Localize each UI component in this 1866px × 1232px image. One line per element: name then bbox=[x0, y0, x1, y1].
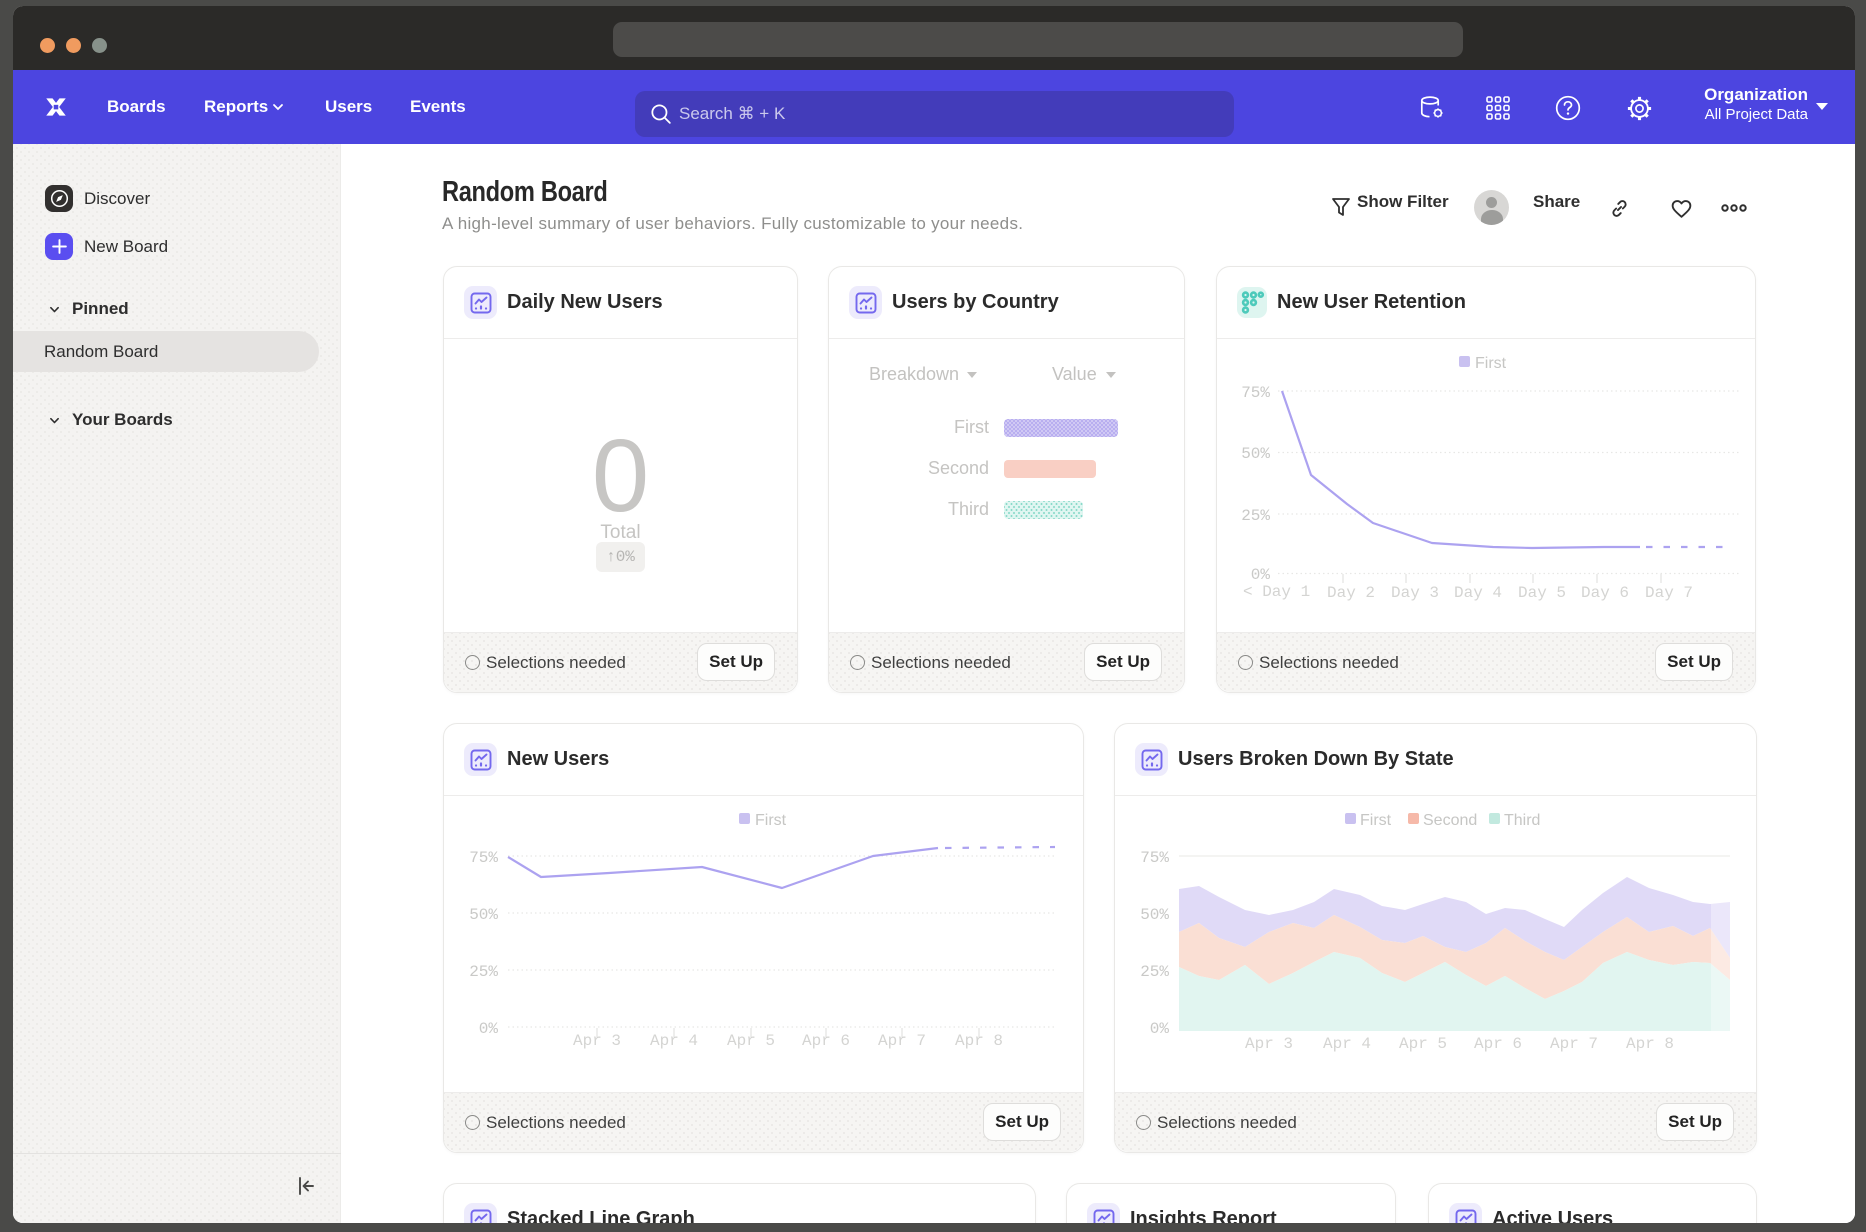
svg-text:75%: 75% bbox=[469, 849, 498, 867]
svg-text:Apr 6: Apr 6 bbox=[802, 1032, 850, 1050]
svg-text:First: First bbox=[1360, 812, 1392, 829]
svg-text:25%: 25% bbox=[1241, 507, 1270, 525]
svg-text:0%: 0% bbox=[1150, 1020, 1170, 1038]
svg-text:0%: 0% bbox=[1251, 566, 1271, 584]
svg-text:25%: 25% bbox=[1140, 963, 1169, 981]
svg-text:Apr 7: Apr 7 bbox=[878, 1032, 926, 1050]
svg-text:< Day 1: < Day 1 bbox=[1243, 583, 1310, 601]
svg-text:Apr 4: Apr 4 bbox=[1323, 1035, 1371, 1053]
svg-text:Apr 8: Apr 8 bbox=[955, 1032, 1003, 1050]
svg-text:Day 5: Day 5 bbox=[1518, 584, 1566, 602]
svg-text:Second: Second bbox=[1423, 812, 1477, 829]
svg-text:Apr 4: Apr 4 bbox=[650, 1032, 698, 1050]
svg-text:Day 3: Day 3 bbox=[1391, 584, 1439, 602]
svg-text:Apr 3: Apr 3 bbox=[573, 1032, 621, 1050]
svg-text:Third: Third bbox=[1504, 812, 1540, 829]
svg-text:Day 6: Day 6 bbox=[1581, 584, 1629, 602]
svg-text:25%: 25% bbox=[469, 963, 498, 981]
svg-text:Apr 3: Apr 3 bbox=[1245, 1035, 1293, 1053]
svg-text:75%: 75% bbox=[1140, 849, 1169, 867]
svg-text:50%: 50% bbox=[1140, 906, 1169, 924]
svg-text:First: First bbox=[1475, 355, 1507, 372]
svg-text:Day 7: Day 7 bbox=[1645, 584, 1693, 602]
svg-text:Day 4: Day 4 bbox=[1454, 584, 1502, 602]
svg-text:Apr 5: Apr 5 bbox=[1399, 1035, 1447, 1053]
svg-text:50%: 50% bbox=[1241, 445, 1270, 463]
svg-text:Apr 5: Apr 5 bbox=[727, 1032, 775, 1050]
svg-text:Apr 7: Apr 7 bbox=[1550, 1035, 1598, 1053]
svg-text:Day 2: Day 2 bbox=[1327, 584, 1375, 602]
svg-text:Apr 6: Apr 6 bbox=[1474, 1035, 1522, 1053]
svg-text:First: First bbox=[755, 812, 787, 829]
svg-text:75%: 75% bbox=[1241, 384, 1270, 402]
svg-text:50%: 50% bbox=[469, 906, 498, 924]
svg-text:0%: 0% bbox=[479, 1020, 499, 1038]
svg-text:Apr 8: Apr 8 bbox=[1626, 1035, 1674, 1053]
